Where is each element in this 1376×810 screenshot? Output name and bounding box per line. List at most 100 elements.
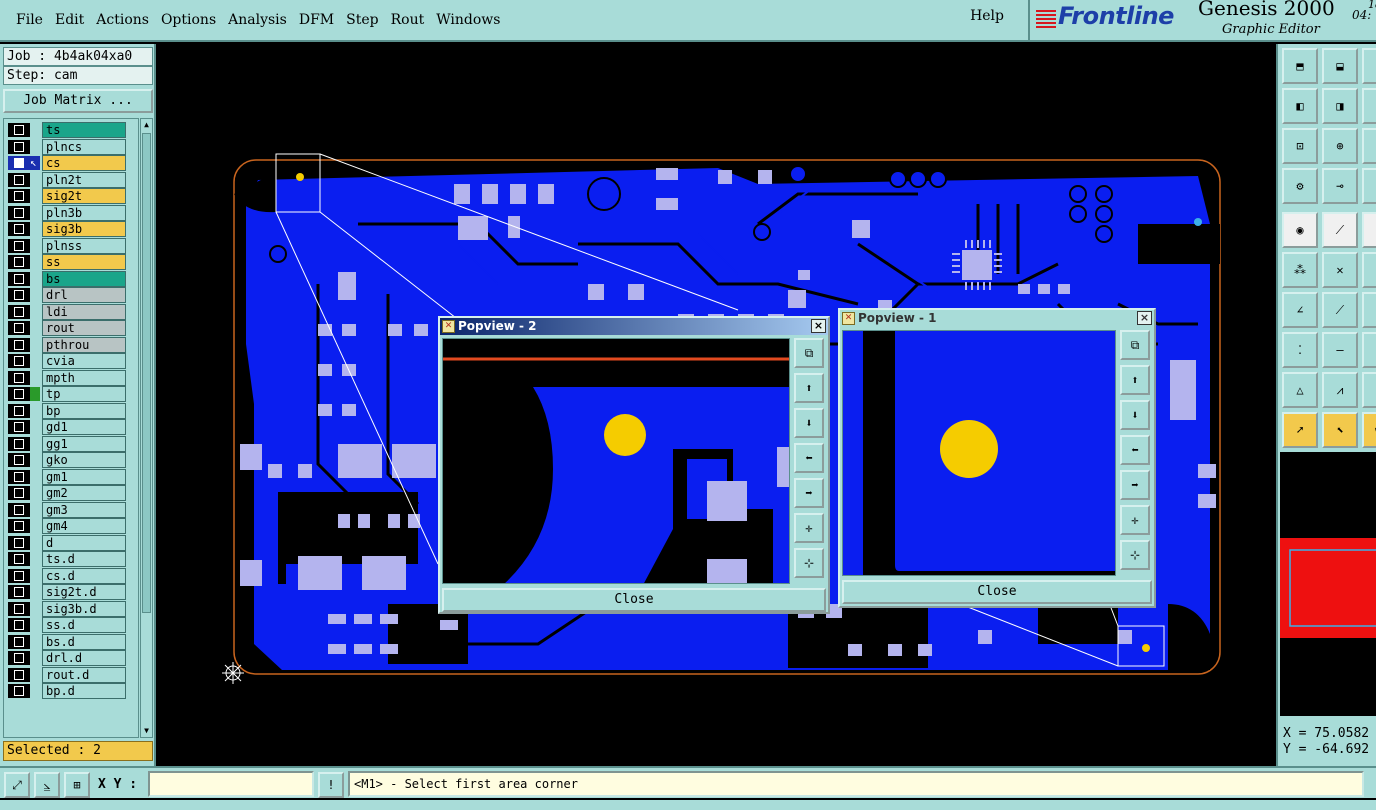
center-icon[interactable]: ⊕ — [1322, 128, 1358, 164]
layer-checkbox[interactable] — [8, 139, 30, 154]
menu-options[interactable]: Options — [161, 12, 216, 28]
snap-bottom-icon[interactable]: ⬓ — [1322, 48, 1358, 84]
popview-2-zoomed-area[interactable] — [443, 339, 790, 584]
layer-row-drl-d[interactable]: drl.d — [4, 650, 138, 666]
layer-row-rout-d[interactable]: rout.d — [4, 666, 138, 683]
snap-left-icon[interactable]: ◧ — [1282, 88, 1318, 124]
pan-up-icon[interactable]: ⬆ — [1120, 365, 1150, 395]
snap-top-icon[interactable]: ⬒ — [1282, 48, 1318, 84]
layer-row-ss-d[interactable]: ss.d — [4, 617, 138, 633]
layer-row-d[interactable]: d — [4, 534, 138, 551]
pan-right-icon[interactable]: ➡ — [794, 478, 824, 508]
layer-checkbox[interactable] — [8, 222, 30, 236]
popview-2-titlebar[interactable]: ✕ Popview - 2 × — [440, 318, 828, 335]
triangle-icon[interactable]: △ — [1282, 372, 1318, 408]
layer-row-gd1[interactable]: gd1 — [4, 419, 138, 435]
layer-checkbox[interactable] — [8, 453, 30, 467]
layer-checkbox[interactable] — [8, 238, 30, 253]
layer-row-gm2[interactable]: gm2 — [4, 485, 138, 501]
layer-row-ldi[interactable]: ldi — [4, 303, 138, 320]
pan-right-icon[interactable]: ➡ — [1120, 470, 1150, 500]
layer-checkbox[interactable] — [8, 337, 30, 352]
measure-icon[interactable]: ⚙ — [1282, 168, 1318, 204]
points-icon[interactable]: ⁚ — [1282, 332, 1318, 368]
scroll-thumb[interactable] — [142, 133, 151, 613]
layer-checkbox[interactable] — [8, 618, 30, 632]
popview-1-titlebar[interactable]: ✕ Popview - 1 × — [840, 310, 1154, 327]
layer-checkbox[interactable] — [8, 370, 30, 385]
layer-row-bp[interactable]: bp — [4, 402, 138, 419]
layer-checkbox[interactable] — [8, 436, 30, 451]
layer-row-ts-d[interactable]: ts.d — [4, 551, 138, 567]
angle-icon[interactable]: ∠ — [1282, 292, 1318, 328]
layer-checkbox[interactable] — [8, 321, 30, 335]
bracket-icon[interactable]: ⊢ — [1362, 332, 1376, 368]
xy-input[interactable] — [148, 771, 314, 797]
zoom-in-icon[interactable]: ✛ — [1120, 505, 1150, 535]
layer-row-sig3b-d[interactable]: sig3b.d — [4, 600, 138, 617]
layer-row-pln2t[interactable]: pln2t — [4, 171, 138, 188]
menu-actions[interactable]: Actions — [96, 12, 149, 28]
window-menu-icon[interactable]: ✕ — [842, 312, 855, 325]
layer-row-bs[interactable]: bs — [4, 270, 138, 287]
home-icon[interactable]: ⌂ — [1362, 48, 1376, 84]
pan-left-icon[interactable]: ⬅ — [794, 443, 824, 473]
menu-rout[interactable]: Rout — [391, 12, 425, 28]
cross-icon[interactable]: ✕ — [1322, 252, 1358, 288]
close-icon[interactable]: × — [811, 319, 826, 333]
layer-checkbox[interactable] — [8, 304, 30, 319]
layer-checkbox[interactable] — [8, 634, 30, 649]
layer-row-sig2t-d[interactable]: sig2t.d — [4, 584, 138, 600]
undo-icon[interactable]: ↺ — [1362, 88, 1376, 124]
shield-icon[interactable]: ⬠ — [1362, 412, 1376, 448]
popview-1-viewport[interactable] — [842, 330, 1116, 576]
menu-dfm[interactable]: DFM — [299, 12, 334, 28]
alert-icon[interactable]: ! — [318, 772, 344, 798]
layer-checkbox[interactable] — [8, 469, 30, 484]
layer-checkbox[interactable] — [8, 585, 30, 599]
layer-checkbox[interactable] — [8, 255, 30, 269]
layer-checkbox[interactable] — [8, 519, 30, 533]
layer-row-rout[interactable]: rout — [4, 320, 138, 336]
select-line-icon[interactable]: ⟋ — [1322, 212, 1358, 248]
polygon-icon[interactable]: ⩘ — [1322, 372, 1358, 408]
layer-row-cs-d[interactable]: cs.d — [4, 567, 138, 584]
zoom-out-icon[interactable]: ⊹ — [1120, 540, 1150, 570]
layer-row-mpth[interactable]: mpth — [4, 369, 138, 386]
layer-checkbox[interactable] — [8, 123, 30, 137]
zoom-area-icon[interactable]: ⤢ — [4, 772, 30, 798]
layer-row-pthrou[interactable]: pthrou — [4, 336, 138, 353]
measure-area-icon[interactable]: ⦥ — [34, 772, 60, 798]
popview-1-close-button[interactable]: Close — [842, 580, 1152, 604]
menu-help[interactable]: Help — [970, 8, 1004, 24]
layer-row-bp-d[interactable]: bp.d — [4, 683, 138, 699]
popview-2-close-button[interactable]: Close — [442, 588, 826, 612]
zoom-home-icon[interactable]: ⧉ — [794, 338, 824, 368]
layer-checkbox[interactable] — [8, 387, 30, 401]
layer-checkbox[interactable] — [8, 403, 30, 418]
line-icon[interactable]: — — [1322, 332, 1358, 368]
arc-icon[interactable]: ⌒ — [1362, 292, 1376, 328]
layer-row-tp[interactable]: tp — [4, 386, 138, 402]
layer-checkbox[interactable] — [8, 651, 30, 665]
layer-checkbox[interactable] — [8, 486, 30, 500]
close-icon[interactable]: × — [1137, 311, 1152, 325]
menu-edit[interactable]: Edit — [55, 12, 84, 28]
layer-checkbox[interactable] — [8, 156, 30, 170]
layer-row-sig2t[interactable]: sig2t — [4, 188, 138, 204]
layer-checkbox[interactable] — [8, 205, 30, 220]
pan-down-icon[interactable]: ⬇ — [1120, 400, 1150, 430]
menu-windows[interactable]: Windows — [436, 12, 500, 28]
layer-checkbox[interactable] — [8, 535, 30, 550]
grid-icon[interactable]: ⊞ — [64, 772, 90, 798]
select-pad-icon[interactable]: ◉ — [1282, 212, 1318, 248]
layer-row-gm4[interactable]: gm4 — [4, 518, 138, 534]
layer-checkbox[interactable] — [8, 568, 30, 583]
pan-left-icon[interactable]: ⬅ — [1120, 435, 1150, 465]
ruler-icon[interactable]: ▦ — [1362, 212, 1376, 248]
layer-checkbox[interactable] — [8, 502, 30, 517]
graphic-editor-canvas[interactable]: ✕ Popview - 2 × ⧉ ⬆ ⬇ ⬅ ➡ ✛ ⊹ Close ✕ Po… — [158, 44, 1276, 766]
layer-row-plnss[interactable]: plnss — [4, 237, 138, 254]
pan-up-icon[interactable]: ⬆ — [794, 373, 824, 403]
overview-minimap[interactable] — [1280, 452, 1376, 716]
